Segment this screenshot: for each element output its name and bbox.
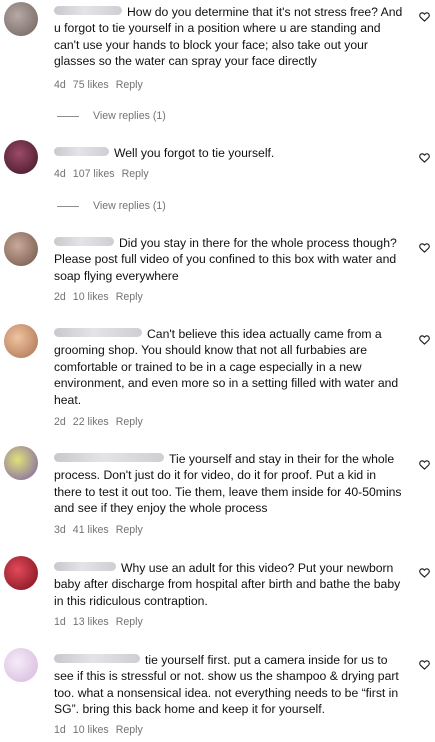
like-count[interactable]: 13 likes: [73, 616, 109, 628]
avatar[interactable]: [4, 2, 38, 36]
like-count[interactable]: 10 likes: [73, 724, 109, 736]
reply-button[interactable]: Reply: [116, 79, 143, 91]
avatar[interactable]: [4, 232, 38, 266]
reply-button[interactable]: Reply: [122, 168, 149, 180]
view-replies-button[interactable]: View replies (1): [57, 110, 166, 122]
heart-outline-icon[interactable]: [418, 333, 431, 346]
avatar[interactable]: [4, 556, 38, 590]
reply-button[interactable]: Reply: [116, 616, 143, 628]
heart-outline-icon[interactable]: [418, 658, 431, 671]
avatar[interactable]: [4, 648, 38, 682]
comment-time: 3d: [54, 524, 66, 536]
comment-time: 4d: [54, 168, 66, 180]
comment-time: 2d: [54, 291, 66, 303]
heart-outline-icon[interactable]: [418, 458, 431, 471]
like-count[interactable]: 22 likes: [73, 416, 109, 428]
username[interactable]: [54, 562, 116, 571]
avatar[interactable]: [4, 324, 38, 358]
like-count[interactable]: 107 likes: [73, 168, 115, 180]
like-count[interactable]: 10 likes: [73, 291, 109, 303]
like-count[interactable]: 75 likes: [73, 79, 109, 91]
username[interactable]: [54, 453, 164, 462]
comment-text: Can't believe this idea actually came fr…: [54, 327, 399, 407]
heart-outline-icon[interactable]: [418, 10, 431, 23]
comment-time: 4d: [54, 79, 66, 91]
like-count[interactable]: 41 likes: [73, 524, 109, 536]
heart-outline-icon[interactable]: [418, 241, 431, 254]
avatar[interactable]: [4, 446, 38, 480]
reply-button[interactable]: Reply: [116, 416, 143, 428]
username[interactable]: [54, 147, 109, 156]
username[interactable]: [54, 654, 140, 663]
avatar[interactable]: [4, 140, 38, 174]
comment-time: 2d: [54, 416, 66, 428]
comment-time: 1d: [54, 724, 66, 736]
reply-button[interactable]: Reply: [116, 291, 143, 303]
heart-outline-icon[interactable]: [418, 566, 431, 579]
reply-button[interactable]: Reply: [116, 524, 143, 536]
comment-time: 1d: [54, 616, 66, 628]
username[interactable]: [54, 6, 122, 15]
comment-text: Well you forgot to tie yourself.: [114, 146, 275, 160]
view-replies-button[interactable]: View replies (1): [57, 200, 166, 212]
username[interactable]: [54, 237, 114, 246]
heart-outline-icon[interactable]: [418, 151, 431, 164]
replies-divider: [57, 115, 79, 117]
username[interactable]: [54, 328, 142, 337]
reply-button[interactable]: Reply: [116, 724, 143, 736]
replies-divider: [57, 205, 79, 207]
